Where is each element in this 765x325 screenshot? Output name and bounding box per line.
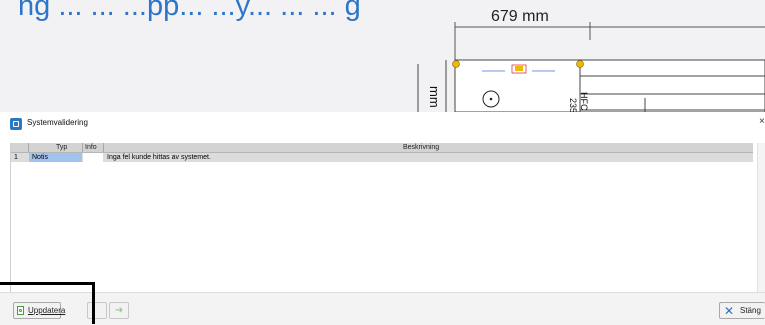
highlight-annotation <box>0 282 95 324</box>
cell-beskrivning[interactable]: Inga fel kunde hittas av systemet. <box>107 153 211 162</box>
dialog-titlebar: Systemvalidering × <box>0 112 765 134</box>
cell-info[interactable] <box>83 153 103 162</box>
column-header-beskrivning[interactable]: Beskrivning <box>403 143 439 152</box>
dialog-title: Systemvalidering <box>27 118 88 127</box>
vertical-label-235: 235 <box>568 98 578 112</box>
row-number: 1 <box>14 154 18 161</box>
background-headline: ng ... ... ...pp... ...y... ... ... g <box>18 0 361 22</box>
validation-grid: Typ Info Beskrivning 1 Notis Inga fel ku… <box>10 143 753 317</box>
vertical-label-mm: mm <box>427 86 442 108</box>
dimension-label: 679 mm <box>491 8 549 25</box>
close-x-icon: ✕ <box>724 304 735 318</box>
forward-button[interactable]: ➜ <box>109 302 129 319</box>
column-header-typ[interactable]: Typ <box>56 143 67 152</box>
dialog-button-bar: Uppdatera ➜ ✕ Stäng <box>0 292 765 325</box>
close-icon[interactable]: × <box>759 116 765 127</box>
grid-header: Typ Info Beskrivning <box>11 143 753 153</box>
cell-typ-text: Notis <box>32 154 48 161</box>
arrow-right-icon: ➜ <box>115 305 124 316</box>
column-header-info[interactable]: Info <box>85 143 97 152</box>
system-validation-dialog: Systemvalidering × Typ Info Beskrivning … <box>0 112 765 325</box>
vertical-label-hfc: HFC <box>579 92 589 111</box>
background-drawing-area: ng ... ... ...pp... ...y... ... ... g 67… <box>0 0 765 112</box>
close-button-label: Stäng <box>740 306 761 315</box>
cell-typ[interactable]: Notis <box>29 153 82 162</box>
table-row[interactable]: 1 Notis Inga fel kunde hittas av systeme… <box>11 153 753 162</box>
app-icon <box>10 118 22 130</box>
vertical-scrollbar[interactable] <box>757 143 765 317</box>
close-button[interactable]: ✕ Stäng <box>719 302 765 319</box>
